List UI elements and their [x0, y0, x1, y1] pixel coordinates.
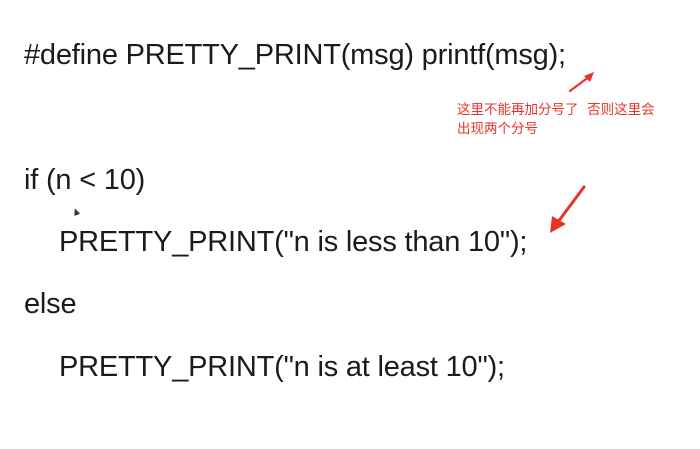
red-arrow-icon — [568, 72, 594, 93]
red-arrow-icon — [550, 185, 586, 233]
annotation-note: 这里不能再加分号了 否则这里会 出现两个分号 — [457, 102, 655, 137]
code-line-define: #define PRETTY_PRINT(msg) printf(msg); — [24, 39, 566, 71]
code-line-pretty-print-2: PRETTY_PRINT("n is at least 10"); — [59, 351, 505, 383]
code-line-if: if (n < 10) — [24, 164, 146, 196]
code-line-else: else — [24, 288, 77, 320]
code-line-pretty-print-1: PRETTY_PRINT("n is less than 10"); — [59, 226, 528, 258]
mouse-cursor-icon — [71, 207, 81, 216]
